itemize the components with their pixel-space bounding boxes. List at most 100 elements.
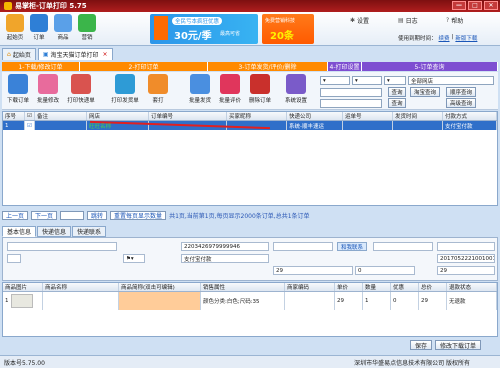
cell-name[interactable]: [43, 292, 119, 310]
cell-total: 29: [419, 292, 447, 310]
start-page-label: 起始页: [6, 35, 24, 41]
item-row[interactable]: 1 颜色分类:白色;尺码:35 29 1 0 29 无退款: [3, 292, 497, 310]
set-print-icon: [148, 74, 168, 94]
promo-banner-1[interactable]: 全民亏本疯狂优惠 30元/季 最高可省: [150, 14, 258, 44]
set-print-button[interactable]: 套打: [144, 74, 172, 104]
log-link[interactable]: ▤ 日志: [398, 16, 418, 25]
jump-button[interactable]: 跳转: [87, 210, 108, 220]
detail-field-5[interactable]: [437, 242, 495, 251]
start-page-tool[interactable]: 起始页: [4, 14, 26, 41]
date-code-field[interactable]: 2017052221001001: [437, 254, 495, 263]
modify-download-button[interactable]: 修改下载订单: [435, 340, 482, 350]
cell-image: 1: [3, 292, 43, 310]
close-button[interactable]: ✕: [484, 1, 498, 10]
next-page-button[interactable]: 下一页: [31, 210, 58, 220]
advanced-query-label: 高级查询: [449, 101, 472, 107]
help-link[interactable]: ? 帮助: [446, 16, 463, 25]
tab-label: 淘宝天猫订单打印: [50, 52, 99, 59]
marketing-tool[interactable]: 营销: [76, 14, 98, 41]
items-table: 商品图片 商品名称 商品简称(双击可编辑) 销售属性 商家编码 单价 数量 优惠…: [2, 282, 498, 337]
col-discount: 优惠: [391, 283, 419, 291]
col-waybill: 运单号: [343, 112, 393, 120]
gear-icon: ✱: [350, 17, 356, 24]
cell-ship-time: [393, 121, 443, 130]
settings-label: 设置: [357, 18, 370, 25]
order-number-field[interactable]: 2203426979999946: [181, 242, 269, 251]
batch-rate-button[interactable]: 批量评价: [216, 74, 244, 104]
print-delivery-button[interactable]: 打印发货单: [108, 74, 142, 104]
filter-select-2[interactable]: ▾: [352, 76, 382, 85]
store-select[interactable]: 全部网店: [408, 76, 494, 85]
tab-taobao-print[interactable]: ▣ 淘宝天猫订单打印 ×: [37, 48, 113, 60]
cell-waybill: [343, 121, 393, 130]
print-express-button[interactable]: 打印快递单: [64, 74, 98, 104]
order-label: 订单: [33, 35, 45, 41]
detail-tabs: 基本信息 快递信息 快递联系: [2, 226, 107, 237]
detail-field-4[interactable]: [373, 242, 433, 251]
minimize-button[interactable]: —: [452, 1, 466, 10]
advanced-query-button[interactable]: 高级查询: [446, 98, 476, 108]
detail-field-1[interactable]: [7, 242, 117, 251]
maximize-button[interactable]: □: [468, 1, 482, 10]
batch-rate-label: 批量评价: [218, 98, 241, 104]
col-payment: 付款方式: [443, 112, 497, 120]
reset-page-size-button[interactable]: 重置每页显示数量: [110, 210, 167, 220]
filter-select-3[interactable]: ▾: [384, 76, 406, 85]
set-print-label: 套打: [152, 98, 164, 104]
save-button[interactable]: 保存: [410, 340, 433, 350]
step-1: 1-下载/修改订单: [2, 62, 80, 71]
col-image: 商品图片: [3, 283, 43, 291]
order-tool[interactable]: 订单: [28, 14, 50, 41]
new-version-link[interactable]: 新版下载: [455, 34, 477, 42]
promo-banner-2[interactable]: 免费营销科技 20条: [262, 14, 314, 44]
zero-field[interactable]: 0: [355, 266, 415, 275]
keyword-input[interactable]: [320, 88, 382, 97]
col-order-id: 订单编号: [149, 112, 227, 120]
payment-field[interactable]: 支付宝付款: [181, 254, 269, 263]
cell-num: 1: [3, 121, 25, 130]
keyword-input-2[interactable]: [320, 99, 382, 108]
tab-express-info[interactable]: 快递信息: [37, 226, 72, 237]
tab-express-contact[interactable]: 快递联系: [72, 226, 107, 237]
detail-field-2[interactable]: [7, 254, 21, 263]
download-label: 下载订单: [6, 98, 29, 104]
filter-select-1[interactable]: ▾: [320, 76, 350, 85]
order-icon: [30, 14, 48, 32]
query-button-2[interactable]: 查询: [388, 98, 406, 108]
product-label: 商品: [57, 35, 69, 41]
batch-ship-button[interactable]: 批量发货: [186, 74, 214, 104]
taobao-query-button[interactable]: 淘宝查询: [410, 87, 440, 97]
col-store: 网店: [87, 112, 149, 120]
store-select-value: 全部网店: [411, 78, 434, 85]
query-button[interactable]: 查询: [388, 87, 406, 97]
bulk-query-button[interactable]: 顺序查询: [446, 87, 476, 97]
page-number-input[interactable]: [60, 210, 85, 220]
main-tabs: ⌂ 起始页 ▣ 淘宝天猫订单打印 ×: [2, 48, 113, 60]
order-grid: 序号 ☑ 备注 网店 订单编号 买家昵称 快递公司 运单号 发货时间 付款方式 …: [2, 111, 498, 206]
app-logo-icon: [4, 2, 12, 10]
cell-remark: [35, 121, 87, 130]
prev-page-button[interactable]: 上一页: [2, 210, 29, 220]
contact-button[interactable]: 和我联系: [337, 242, 368, 251]
detail-flag-select[interactable]: ⚑▾: [123, 254, 145, 263]
expire-label: 使用到期时间：: [398, 36, 437, 42]
cell-discount: 0: [391, 292, 419, 310]
product-tool[interactable]: 商品: [52, 14, 74, 41]
settings-link[interactable]: ✱ 设置: [350, 16, 369, 25]
detail-field-3[interactable]: [273, 242, 333, 251]
renew-link[interactable]: 续费: [439, 34, 450, 42]
bulk-query-label: 顺序查询: [449, 90, 472, 96]
tab-close-icon[interactable]: ×: [103, 51, 108, 58]
row-checkbox[interactable]: ☑: [25, 121, 35, 130]
download-orders-button[interactable]: 下载订单: [4, 74, 32, 104]
batch-edit-button[interactable]: 批量修改: [34, 74, 62, 104]
amount-field[interactable]: 29: [437, 266, 495, 275]
tab-start-page[interactable]: ⌂ 起始页: [2, 48, 36, 60]
taobao-query-label: 淘宝查询: [413, 90, 436, 96]
tab-basic-info[interactable]: 基本信息: [2, 226, 37, 237]
delete-order-button[interactable]: 删除订单: [246, 74, 274, 104]
quantity-field[interactable]: 29: [273, 266, 353, 275]
cell-short[interactable]: [119, 292, 201, 310]
col-refund: 退款状态: [447, 283, 497, 291]
system-settings-button[interactable]: 系统设置: [282, 74, 310, 104]
